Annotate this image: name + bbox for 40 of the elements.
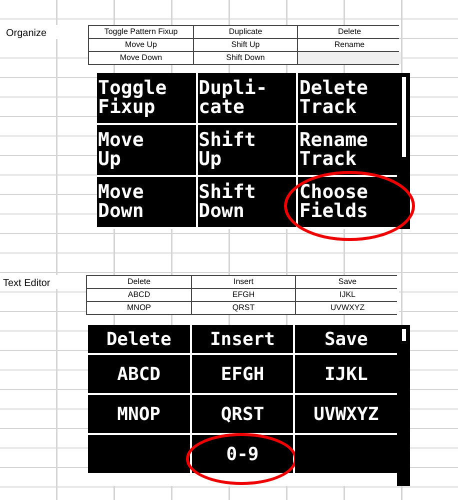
scrollbar bbox=[402, 329, 406, 341]
lcd-button[interactable]: Choose Fields bbox=[298, 177, 397, 227]
lcd-button[interactable]: Insert bbox=[192, 325, 294, 353]
lcd-button[interactable]: Move Up bbox=[97, 125, 196, 175]
lcd-button[interactable]: Rename Track bbox=[298, 125, 397, 175]
lcd-button[interactable]: Shift Up bbox=[198, 125, 296, 175]
lcd-button[interactable] bbox=[88, 435, 190, 473]
lcd-button[interactable]: ABCD bbox=[88, 355, 190, 393]
lcd-button[interactable]: Move Down bbox=[97, 177, 196, 227]
lcd-button[interactable]: QRST bbox=[192, 395, 294, 433]
table-cell: MNOP bbox=[87, 302, 191, 314]
lcd-button[interactable] bbox=[295, 435, 397, 473]
table-cell: Move Down bbox=[89, 52, 193, 64]
section-label: Organize bbox=[0, 25, 88, 39]
table-cell: Duplicate bbox=[194, 26, 297, 38]
lcd-button[interactable]: Delete Track bbox=[298, 73, 397, 123]
lcd-button[interactable]: Toggle Fixup bbox=[97, 73, 196, 123]
table-cell: Shift Up bbox=[194, 39, 297, 51]
table-cell: Move Up bbox=[89, 39, 193, 51]
table-cell: Rename bbox=[298, 39, 401, 51]
table-cell: UVWXYZ bbox=[296, 302, 399, 314]
lcd-button[interactable]: EFGH bbox=[192, 355, 294, 393]
lcd-button[interactable]: MNOP bbox=[88, 395, 190, 433]
table-cell: Shift Down bbox=[194, 52, 297, 64]
lcd-button[interactable]: 0-9 bbox=[192, 435, 294, 473]
lcd-button[interactable]: Save bbox=[295, 325, 397, 353]
lcd-button[interactable]: Shift Down bbox=[198, 177, 296, 227]
lcd-button[interactable]: UVWXYZ bbox=[295, 395, 397, 433]
lcd-button[interactable]: Delete bbox=[88, 325, 190, 353]
lcd-button[interactable]: Dupli- cate bbox=[198, 73, 296, 123]
table-cell: Toggle Pattern Fixup bbox=[89, 26, 193, 38]
table-cell: Delete bbox=[87, 276, 191, 288]
table-cell: EFGH bbox=[192, 289, 295, 301]
table-cell: ABCD bbox=[87, 289, 191, 301]
table-cell: IJKL bbox=[296, 289, 399, 301]
table-cell: Insert bbox=[192, 276, 295, 288]
table-cell: Delete bbox=[298, 26, 401, 38]
table-cell: QRST bbox=[192, 302, 295, 314]
lcd-button[interactable]: IJKL bbox=[295, 355, 397, 393]
table-cell: Save bbox=[296, 276, 399, 288]
